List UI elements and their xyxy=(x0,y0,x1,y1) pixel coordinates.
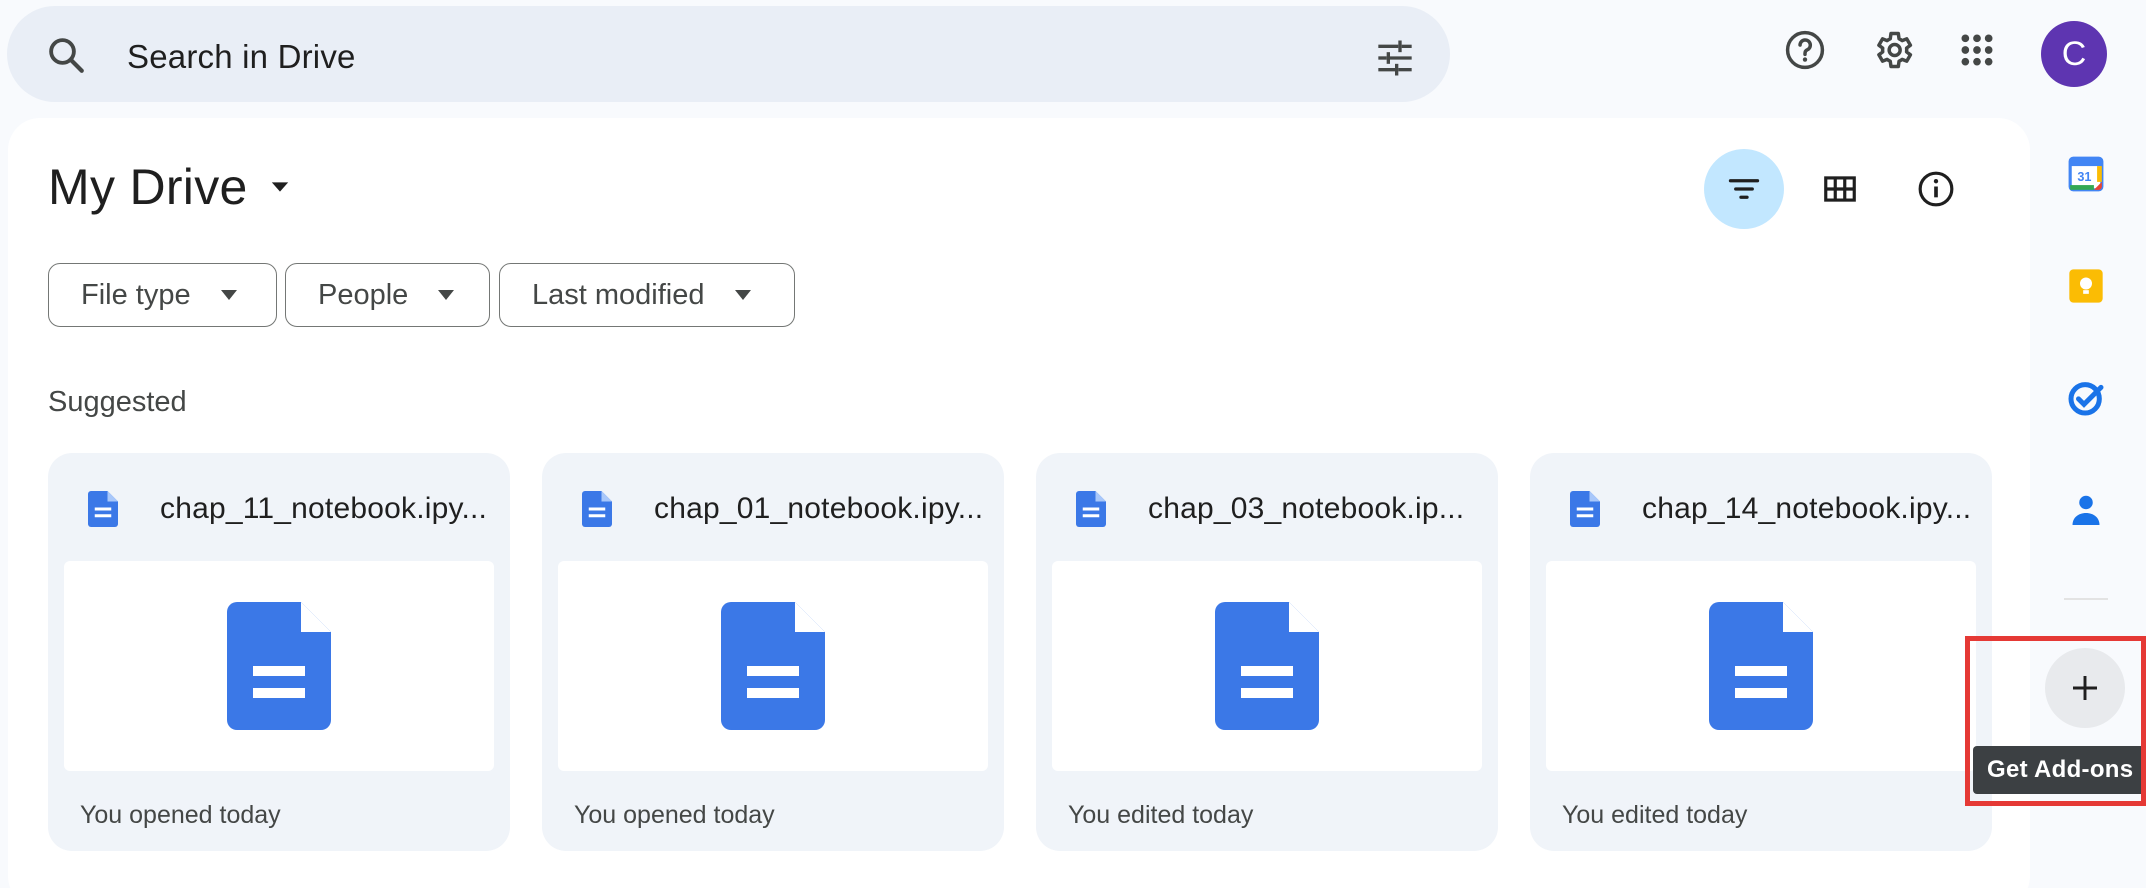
drive-app: Search in Drive C My Drive File type Peo… xyxy=(0,0,2146,888)
filter-chip-people[interactable]: People xyxy=(285,263,490,327)
filter-chip-file-type[interactable]: File type xyxy=(48,263,277,327)
help-icon[interactable] xyxy=(1783,28,1827,72)
avatar[interactable]: C xyxy=(2041,21,2107,87)
calendar-icon[interactable]: 31 xyxy=(2066,154,2106,194)
file-name[interactable]: chap_01_notebook.ipy... xyxy=(654,492,983,526)
file-activity: You edited today xyxy=(1068,801,1254,829)
google-docs-icon xyxy=(582,491,612,527)
info-icon xyxy=(1918,171,1954,207)
details-button[interactable] xyxy=(1896,149,1976,229)
chevron-down-icon xyxy=(734,290,751,300)
section-label: Suggested xyxy=(48,386,187,418)
file-activity: You opened today xyxy=(574,801,775,829)
chip-label: File type xyxy=(81,278,191,311)
google-docs-icon xyxy=(721,602,825,730)
filter-button[interactable] xyxy=(1704,149,1784,229)
grid-view-button[interactable] xyxy=(1800,149,1880,229)
apps-grid-icon[interactable] xyxy=(1955,28,1999,72)
file-activity: You edited today xyxy=(1562,801,1748,829)
file-card[interactable]: chap_11_notebook.ipy... You opened today xyxy=(48,453,510,851)
search-icon[interactable] xyxy=(45,34,87,76)
grid-view-icon xyxy=(1824,176,1856,202)
highlight-annotation xyxy=(1965,636,2146,806)
page-title[interactable]: My Drive xyxy=(48,158,248,216)
google-docs-icon xyxy=(1215,602,1319,730)
filter-list-icon xyxy=(1728,179,1760,199)
chip-label: Last modified xyxy=(532,278,705,311)
chip-label: People xyxy=(318,278,409,311)
file-name[interactable]: chap_14_notebook.ipy... xyxy=(1642,492,1971,526)
file-name[interactable]: chap_03_notebook.ip... xyxy=(1148,492,1464,526)
keep-icon[interactable] xyxy=(2066,266,2106,306)
google-docs-icon xyxy=(1076,491,1106,527)
title-row[interactable]: My Drive xyxy=(48,158,294,216)
file-thumbnail[interactable] xyxy=(1546,561,1976,771)
file-card[interactable]: chap_14_notebook.ipy... You edited today xyxy=(1530,453,1992,851)
side-divider xyxy=(2064,598,2108,600)
google-docs-icon xyxy=(1709,602,1813,730)
file-thumbnail[interactable] xyxy=(64,561,494,771)
file-thumbnail[interactable] xyxy=(558,561,988,771)
tasks-icon[interactable] xyxy=(2066,378,2106,418)
google-docs-icon xyxy=(88,491,118,527)
search-options-icon[interactable] xyxy=(1374,38,1416,78)
file-thumbnail[interactable] xyxy=(1052,561,1482,771)
file-name[interactable]: chap_11_notebook.ipy... xyxy=(160,492,487,526)
chevron-down-icon xyxy=(438,290,455,300)
search-input[interactable]: Search in Drive xyxy=(127,38,356,76)
google-docs-icon xyxy=(227,602,331,730)
google-docs-icon xyxy=(1570,491,1600,527)
chevron-down-icon xyxy=(220,290,237,300)
calendar-day: 31 xyxy=(2077,170,2091,184)
filter-chip-last-modified[interactable]: Last modified xyxy=(499,263,795,327)
main-panel: My Drive File type People Last modified … xyxy=(8,118,2030,888)
settings-icon[interactable] xyxy=(1871,28,1915,72)
file-activity: You opened today xyxy=(80,801,281,829)
chevron-down-icon[interactable] xyxy=(266,173,294,201)
file-card[interactable]: chap_03_notebook.ip... You edited today xyxy=(1036,453,1498,851)
search-bar[interactable]: Search in Drive xyxy=(7,6,1450,102)
file-card[interactable]: chap_01_notebook.ipy... You opened today xyxy=(542,453,1004,851)
contacts-icon[interactable] xyxy=(2066,490,2106,530)
